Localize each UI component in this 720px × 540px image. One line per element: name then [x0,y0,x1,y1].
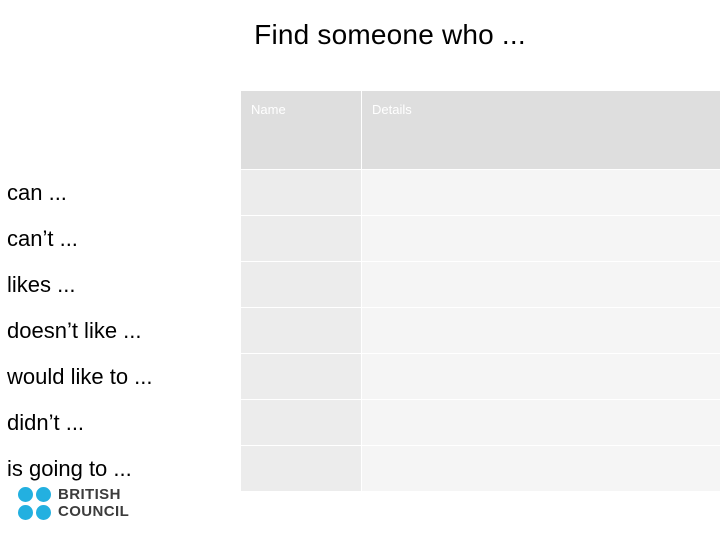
table-row: likes ... [0,261,720,308]
details-cell[interactable] [361,261,720,308]
prompt-cell: didn’t ... [0,399,241,446]
details-cell[interactable] [361,307,720,354]
column-header-prompt [0,90,241,170]
table-row: can ... [0,169,720,216]
table-row: didn’t ... [0,399,720,446]
logo-dots-icon [18,487,52,521]
table-row: can’t ... [0,215,720,262]
prompt-cell: would like to ... [0,353,241,400]
table-header-row: Name Details [0,90,720,170]
column-header-name: Name [240,90,362,170]
logo-text-line2: COUNCIL [58,503,130,520]
name-cell[interactable] [240,307,362,354]
table-body: can ... can’t ... likes ... doesn’t like… [0,169,720,492]
table-row: doesn’t like ... [0,307,720,354]
page-title: Find someone who ... [254,19,526,50]
name-cell[interactable] [240,353,362,400]
name-cell[interactable] [240,399,362,446]
slide: Find someone who ... Name Details can ..… [0,0,720,540]
british-council-logo: BRITISH COUNCIL [18,484,178,526]
prompt-cell: likes ... [0,261,241,308]
name-cell[interactable] [240,169,362,216]
name-cell[interactable] [240,261,362,308]
logo-text-line1: BRITISH [58,486,121,503]
logo-text: BRITISH COUNCIL [58,486,129,520]
details-cell[interactable] [361,353,720,400]
prompt-cell: doesn’t like ... [0,307,241,354]
details-cell[interactable] [361,399,720,446]
find-someone-who-table: Name Details can ... can’t ... likes ... [0,90,720,492]
name-cell[interactable] [240,215,362,262]
details-cell[interactable] [361,445,720,492]
prompt-cell: can’t ... [0,215,241,262]
details-cell[interactable] [361,169,720,216]
column-header-details: Details [361,90,720,170]
details-cell[interactable] [361,215,720,262]
prompt-cell: can ... [0,169,241,216]
table-row: would like to ... [0,353,720,400]
name-cell[interactable] [240,445,362,492]
